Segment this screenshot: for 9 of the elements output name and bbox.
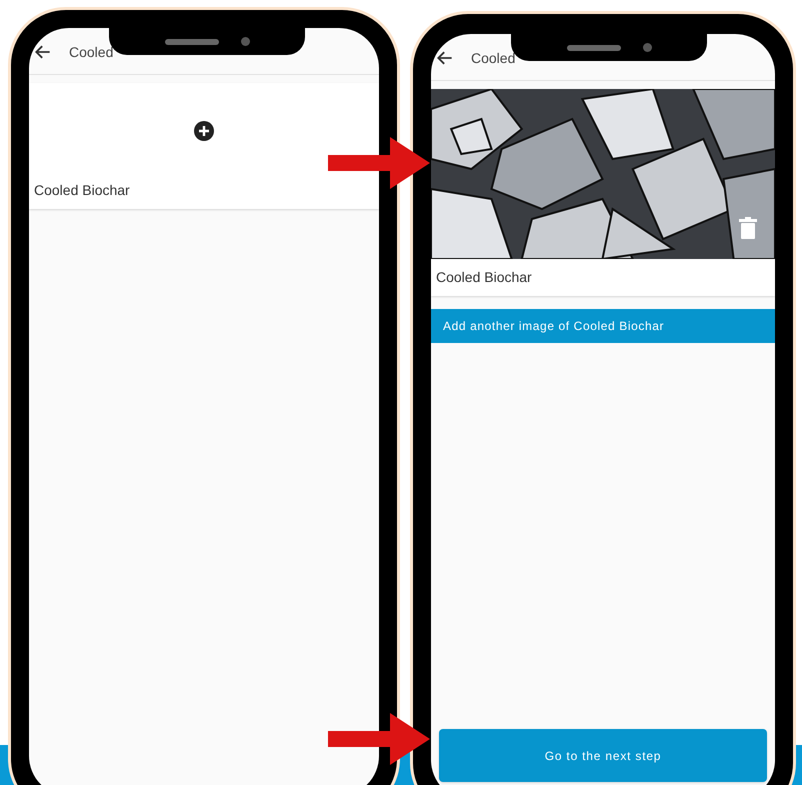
screen-title: Cooled xyxy=(69,42,114,62)
next-step-button[interactable]: Go to the next step xyxy=(439,729,767,782)
arrow-icon xyxy=(328,711,430,767)
screen-title: Cooled xyxy=(471,48,516,68)
arrow-icon xyxy=(328,135,430,191)
card-label: Cooled Biochar xyxy=(435,268,533,287)
card-label: Cooled Biochar xyxy=(33,181,131,200)
add-icon[interactable] xyxy=(194,120,214,140)
add-image-button[interactable]: Add another image of Cooled Biochar xyxy=(431,309,775,343)
